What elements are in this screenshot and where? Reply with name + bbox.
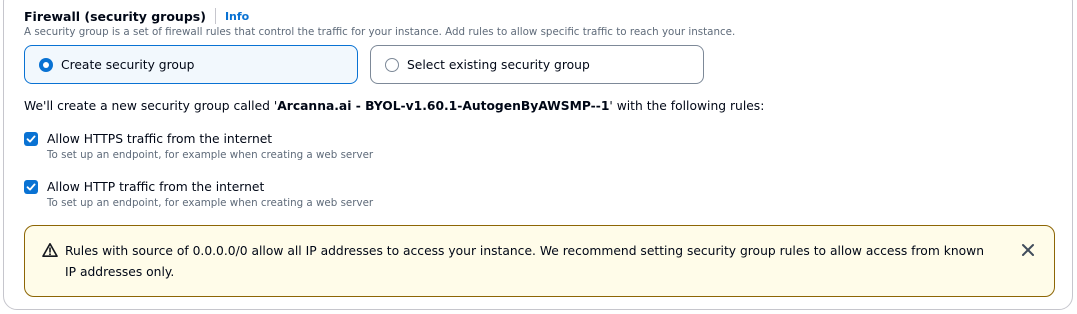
- section-description: A security group is a set of firewall ru…: [24, 26, 736, 38]
- checkmark-icon: [26, 135, 36, 143]
- section-title: Firewall (security groups): [24, 8, 206, 24]
- https-rule-description: To set up an endpoint, for example when …: [47, 149, 374, 161]
- warning-text: Rules with source of 0.0.0.0/0 allow all…: [65, 244, 984, 279]
- security-group-name: Arcanna.ai - BYOL-v1.60.1-AutogenByAWSMP…: [277, 99, 610, 113]
- warning-alert: Rules with source of 0.0.0.0/0 allow all…: [24, 225, 1055, 297]
- http-rule-label: Allow HTTP traffic from the internet: [47, 180, 265, 194]
- https-rule-label: Allow HTTPS traffic from the internet: [47, 132, 273, 146]
- http-rule-description: To set up an endpoint, for example when …: [47, 197, 374, 209]
- rule-https-row: Allow HTTPS traffic from the internet To…: [24, 131, 373, 161]
- select-existing-security-group-label: Select existing security group: [407, 57, 590, 72]
- create-security-group-option[interactable]: Create security group: [24, 45, 358, 84]
- message-suffix: ' with the following rules:: [609, 99, 765, 113]
- header-divider: [214, 8, 216, 24]
- radio-selected-icon[interactable]: [39, 57, 53, 72]
- info-link[interactable]: Info: [225, 10, 249, 23]
- radio-unselected-icon[interactable]: [385, 57, 399, 72]
- close-icon[interactable]: [1020, 242, 1036, 258]
- section-header: Firewall (security groups) Info: [24, 8, 249, 24]
- warning-icon: [42, 243, 58, 257]
- message-prefix: We'll create a new security group called…: [24, 99, 278, 113]
- checkmark-icon: [26, 183, 36, 191]
- security-group-message: We'll create a new security group called…: [24, 99, 764, 113]
- rule-http-row: Allow HTTP traffic from the internet To …: [24, 179, 373, 209]
- http-checkbox[interactable]: [24, 180, 38, 194]
- select-existing-security-group-option[interactable]: Select existing security group: [370, 45, 704, 84]
- create-security-group-label: Create security group: [61, 57, 195, 72]
- https-checkbox[interactable]: [24, 132, 38, 146]
